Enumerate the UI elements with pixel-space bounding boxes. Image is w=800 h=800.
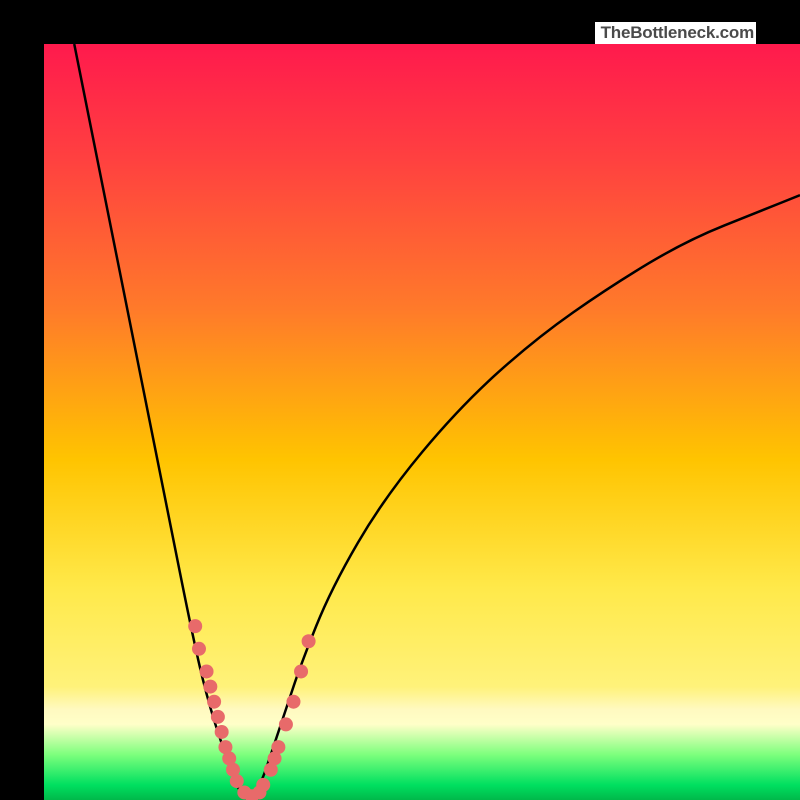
chart-plot-area — [44, 44, 800, 800]
sample-point — [294, 664, 308, 678]
sample-point — [211, 710, 225, 724]
sample-point — [279, 717, 293, 731]
sample-point — [207, 695, 221, 709]
sample-point — [256, 778, 270, 792]
sample-point — [302, 634, 316, 648]
chart-svg — [44, 44, 800, 800]
sample-point — [192, 642, 206, 656]
sample-point — [286, 695, 300, 709]
sample-point — [271, 740, 285, 754]
watermark-label: TheBottleneck.com — [595, 22, 756, 44]
bottleneck-curve — [74, 44, 800, 798]
chart-frame: TheBottleneck.com — [0, 0, 800, 800]
sample-point — [200, 664, 214, 678]
sample-point — [203, 680, 217, 694]
sample-point — [188, 619, 202, 633]
sample-point — [215, 725, 229, 739]
